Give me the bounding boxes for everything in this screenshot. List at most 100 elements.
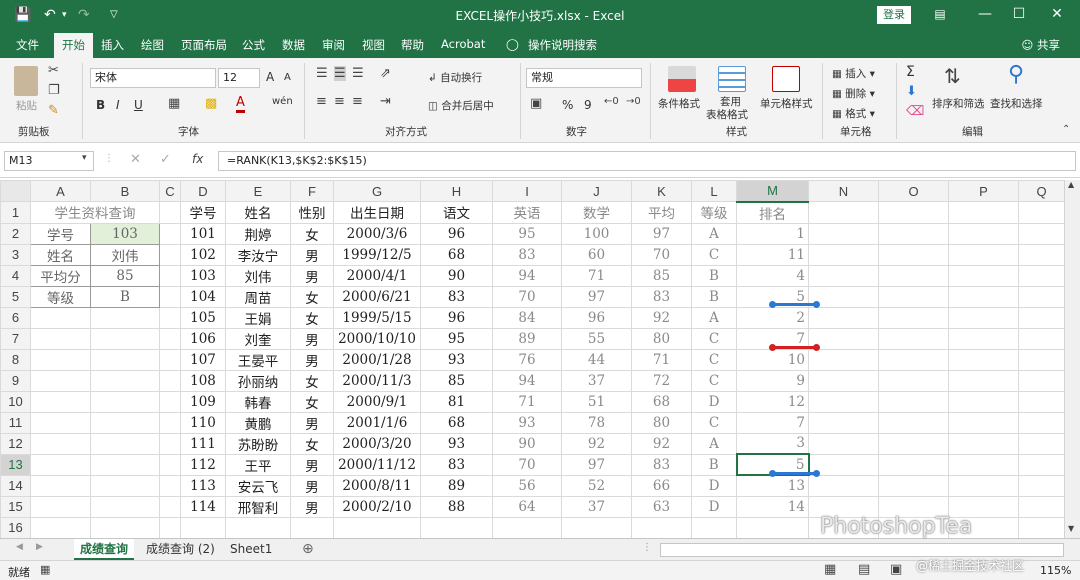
- column-header[interactable]: I: [492, 180, 562, 202]
- cell[interactable]: [1018, 390, 1065, 413]
- table-cell[interactable]: 71: [631, 348, 692, 371]
- column-header[interactable]: E: [225, 180, 291, 202]
- row-header[interactable]: 16: [0, 516, 31, 539]
- font-color-button[interactable]: A: [236, 96, 245, 113]
- row-header[interactable]: 10: [0, 390, 31, 413]
- row-header[interactable]: 8: [0, 348, 31, 371]
- sheet-tab[interactable]: Sheet1: [224, 539, 278, 560]
- cell-styles-icon[interactable]: [772, 66, 800, 92]
- row-header[interactable]: 7: [0, 327, 31, 350]
- table-cell[interactable]: 92: [631, 306, 692, 329]
- table-cell[interactable]: C: [691, 369, 737, 392]
- fill-color-icon[interactable]: ▩: [205, 96, 217, 111]
- scroll-down-icon[interactable]: ▼: [1068, 524, 1074, 533]
- cell[interactable]: [1018, 453, 1065, 476]
- cell[interactable]: [808, 474, 879, 497]
- table-cell[interactable]: A: [691, 432, 737, 455]
- table-cell[interactable]: 89: [420, 474, 493, 497]
- rank-cell[interactable]: 3: [736, 432, 809, 455]
- add-sheet-icon[interactable]: ⊕: [302, 541, 314, 557]
- zoom-level[interactable]: 115%: [1040, 564, 1071, 577]
- column-header[interactable]: J: [561, 180, 632, 202]
- cell[interactable]: [878, 369, 949, 392]
- close-icon[interactable]: ✕: [1042, 4, 1072, 24]
- indent-icon[interactable]: ⇥: [380, 94, 391, 109]
- table-cell[interactable]: 王平: [225, 453, 291, 476]
- table-cell[interactable]: 70: [492, 285, 562, 308]
- row-header[interactable]: 12: [0, 432, 31, 455]
- table-cell[interactable]: 107: [180, 348, 226, 371]
- paste-icon[interactable]: [14, 66, 38, 96]
- cell[interactable]: [1018, 222, 1065, 245]
- copy-icon[interactable]: ❐: [48, 83, 60, 98]
- table-cell[interactable]: 83: [492, 243, 562, 266]
- cell[interactable]: [1018, 369, 1065, 392]
- cell[interactable]: [30, 474, 91, 497]
- table-cell[interactable]: 51: [561, 390, 632, 413]
- table-cell[interactable]: 1999/5/15: [333, 306, 421, 329]
- table-cell[interactable]: 95: [492, 222, 562, 245]
- table-cell[interactable]: 113: [180, 474, 226, 497]
- table-cell[interactable]: 李汝宁: [225, 243, 291, 266]
- cell[interactable]: [159, 264, 181, 287]
- cell[interactable]: [1018, 348, 1065, 371]
- table-cell[interactable]: 44: [561, 348, 632, 371]
- table-cell[interactable]: 男: [290, 264, 334, 287]
- table-cell[interactable]: C: [691, 327, 737, 350]
- table-cell[interactable]: 黄鹏: [225, 411, 291, 434]
- share-button[interactable]: ☺ 共享: [1021, 37, 1060, 53]
- cell[interactable]: [808, 369, 879, 392]
- table-header[interactable]: 排名: [736, 201, 809, 224]
- cancel-icon[interactable]: ✕: [130, 152, 141, 167]
- align-center-icon[interactable]: ≡: [334, 94, 345, 109]
- cell[interactable]: [948, 327, 1019, 350]
- cell[interactable]: [1018, 516, 1065, 539]
- table-cell[interactable]: 83: [631, 453, 692, 476]
- table-cell[interactable]: 男: [290, 474, 334, 497]
- underline-button[interactable]: U: [134, 98, 143, 112]
- cell[interactable]: [159, 390, 181, 413]
- cell[interactable]: [30, 327, 91, 350]
- table-cell[interactable]: 93: [420, 348, 493, 371]
- cell[interactable]: [808, 264, 879, 287]
- cell[interactable]: [159, 495, 181, 518]
- table-cell[interactable]: 68: [420, 411, 493, 434]
- cell[interactable]: [159, 201, 181, 224]
- tab-formulas[interactable]: 公式: [242, 37, 265, 53]
- sheet-scroll-left-icon[interactable]: ◀: [16, 542, 23, 552]
- table-header[interactable]: 出生日期: [333, 201, 421, 224]
- cell[interactable]: [1018, 411, 1065, 434]
- cut-icon[interactable]: ✂: [48, 63, 59, 78]
- cell[interactable]: [948, 390, 1019, 413]
- table-cell[interactable]: A: [691, 306, 737, 329]
- cell[interactable]: [290, 516, 334, 539]
- query-field-label[interactable]: 姓名: [30, 243, 91, 266]
- cell[interactable]: [948, 306, 1019, 329]
- accounting-format-icon[interactable]: ▣: [530, 96, 542, 111]
- cell[interactable]: [1018, 306, 1065, 329]
- cell[interactable]: [1018, 285, 1065, 308]
- login-button[interactable]: 登录: [877, 6, 911, 24]
- cell[interactable]: [420, 516, 493, 539]
- table-cell[interactable]: 84: [492, 306, 562, 329]
- cell[interactable]: [90, 495, 160, 518]
- formula-input[interactable]: =RANK(K13,$K$2:$K$15): [218, 151, 1076, 171]
- align-top-icon[interactable]: ☰: [316, 66, 328, 81]
- cell[interactable]: [808, 390, 879, 413]
- row-header[interactable]: 4: [0, 264, 31, 287]
- tell-me-search[interactable]: 操作说明搜索: [528, 37, 597, 53]
- table-header[interactable]: 数学: [561, 201, 632, 224]
- table-cell[interactable]: 97: [631, 222, 692, 245]
- table-cell[interactable]: 110: [180, 411, 226, 434]
- query-panel-title[interactable]: 学生资料查询: [30, 201, 160, 224]
- scroll-up-icon[interactable]: ▲: [1068, 180, 1074, 189]
- row-header[interactable]: 11: [0, 411, 31, 434]
- insert-function-icon[interactable]: fx: [192, 152, 203, 166]
- shrink-font-icon[interactable]: A: [284, 72, 291, 83]
- rank-cell[interactable]: 7: [736, 411, 809, 434]
- query-field-label[interactable]: 平均分: [30, 264, 91, 287]
- table-cell[interactable]: C: [691, 411, 737, 434]
- table-cell[interactable]: 2001/1/6: [333, 411, 421, 434]
- cell[interactable]: [90, 516, 160, 539]
- table-cell[interactable]: 96: [420, 306, 493, 329]
